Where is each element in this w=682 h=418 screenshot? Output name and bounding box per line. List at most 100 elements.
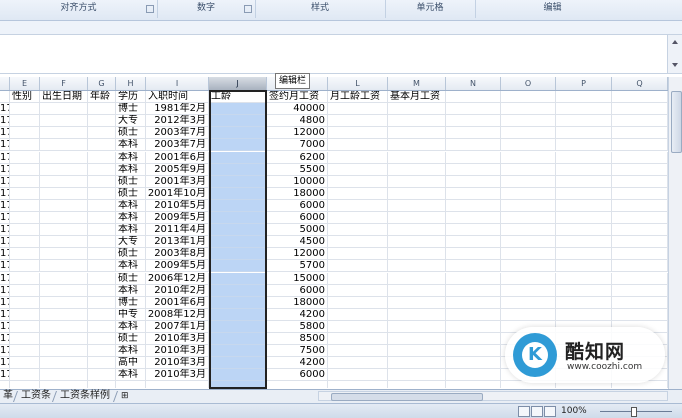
selected-cell[interactable] — [209, 127, 267, 139]
table-cell[interactable]: 硕士 — [116, 188, 146, 200]
column-header[interactable]: E — [10, 77, 40, 90]
table-cell[interactable] — [388, 333, 446, 345]
table-cell[interactable] — [0, 381, 10, 388]
selected-cell[interactable] — [209, 369, 267, 381]
table-cell[interactable] — [40, 285, 88, 297]
table-cell[interactable] — [10, 297, 40, 309]
table-cell[interactable] — [88, 200, 116, 212]
table-cell[interactable]: 5700 — [267, 260, 328, 272]
table-cell[interactable]: 17 — [0, 212, 10, 224]
table-cell[interactable] — [388, 321, 446, 333]
table-cell[interactable]: 10000 — [267, 176, 328, 188]
table-cell[interactable] — [328, 321, 388, 333]
selected-cell[interactable] — [209, 152, 267, 164]
table-cell[interactable]: 17 — [0, 115, 10, 127]
table-cell[interactable] — [40, 139, 88, 151]
table-cell[interactable] — [501, 212, 556, 224]
selected-cell[interactable] — [209, 212, 267, 224]
table-cell[interactable] — [88, 369, 116, 381]
selected-cell[interactable] — [209, 103, 267, 115]
header-cell[interactable]: 入职时间 — [146, 91, 209, 103]
sheet-tab[interactable]: 工资条 — [18, 390, 54, 402]
table-cell[interactable] — [40, 333, 88, 345]
selected-cell[interactable] — [209, 188, 267, 200]
table-cell[interactable] — [501, 176, 556, 188]
table-cell[interactable]: 2013年1月 — [146, 236, 209, 248]
table-cell[interactable]: 本科 — [116, 321, 146, 333]
table-cell[interactable] — [388, 260, 446, 272]
table-cell[interactable] — [388, 297, 446, 309]
table-cell[interactable]: 2010年3月 — [146, 345, 209, 357]
table-cell[interactable] — [446, 333, 501, 345]
table-cell[interactable] — [10, 200, 40, 212]
table-cell[interactable]: 本科 — [116, 224, 146, 236]
header-cell[interactable]: 月工龄工资 — [328, 91, 388, 103]
table-cell[interactable] — [40, 357, 88, 369]
header-cell[interactable]: 性别 — [10, 91, 40, 103]
table-cell[interactable] — [88, 139, 116, 151]
column-header[interactable]: L — [328, 77, 388, 90]
table-cell[interactable]: 17 — [0, 309, 10, 321]
header-cell[interactable] — [0, 91, 10, 103]
table-cell[interactable] — [88, 321, 116, 333]
table-cell[interactable] — [446, 273, 501, 285]
table-cell[interactable]: 18000 — [267, 297, 328, 309]
table-cell[interactable] — [40, 188, 88, 200]
column-header[interactable]: I — [146, 77, 209, 90]
table-cell[interactable] — [328, 176, 388, 188]
table-cell[interactable] — [446, 115, 501, 127]
table-cell[interactable] — [40, 127, 88, 139]
table-cell[interactable] — [328, 309, 388, 321]
table-cell[interactable] — [612, 297, 668, 309]
table-cell[interactable] — [88, 357, 116, 369]
table-cell[interactable] — [328, 188, 388, 200]
dialog-launcher-icon[interactable] — [244, 5, 252, 13]
table-cell[interactable] — [556, 176, 612, 188]
selected-cell[interactable] — [209, 115, 267, 127]
table-cell[interactable] — [267, 381, 328, 388]
table-cell[interactable] — [328, 212, 388, 224]
table-cell[interactable] — [10, 345, 40, 357]
table-cell[interactable]: 4800 — [267, 115, 328, 127]
table-cell[interactable] — [556, 212, 612, 224]
table-cell[interactable]: 硕士 — [116, 127, 146, 139]
formula-bar-expand[interactable] — [667, 35, 682, 73]
table-cell[interactable] — [40, 381, 88, 388]
column-header[interactable]: M — [388, 77, 446, 90]
table-cell[interactable] — [501, 260, 556, 272]
table-cell[interactable] — [446, 127, 501, 139]
header-cell[interactable]: 年龄 — [88, 91, 116, 103]
selected-cell[interactable] — [209, 260, 267, 272]
table-cell[interactable] — [556, 309, 612, 321]
table-cell[interactable] — [556, 224, 612, 236]
table-cell[interactable] — [328, 285, 388, 297]
table-cell[interactable] — [40, 321, 88, 333]
table-cell[interactable] — [446, 285, 501, 297]
table-cell[interactable] — [10, 224, 40, 236]
table-cell[interactable] — [446, 297, 501, 309]
table-cell[interactable]: 4500 — [267, 236, 328, 248]
column-header[interactable]: Q — [612, 77, 668, 90]
selected-cell[interactable] — [209, 285, 267, 297]
table-cell[interactable]: 2012年3月 — [146, 115, 209, 127]
table-cell[interactable] — [501, 224, 556, 236]
table-cell[interactable]: 17 — [0, 248, 10, 260]
table-cell[interactable] — [10, 309, 40, 321]
table-cell[interactable]: 本科 — [116, 369, 146, 381]
table-cell[interactable]: 2001年3月 — [146, 176, 209, 188]
table-cell[interactable]: 本科 — [116, 152, 146, 164]
table-cell[interactable]: 4200 — [267, 309, 328, 321]
table-cell[interactable]: 8500 — [267, 333, 328, 345]
selected-cell[interactable] — [209, 381, 267, 388]
chevron-down-icon[interactable] — [672, 63, 678, 67]
table-cell[interactable]: 17 — [0, 188, 10, 200]
table-cell[interactable] — [10, 212, 40, 224]
table-cell[interactable] — [88, 164, 116, 176]
table-cell[interactable]: 6200 — [267, 152, 328, 164]
table-cell[interactable] — [612, 212, 668, 224]
table-cell[interactable]: 本科 — [116, 285, 146, 297]
table-cell[interactable] — [612, 164, 668, 176]
table-cell[interactable] — [388, 212, 446, 224]
table-cell[interactable] — [388, 115, 446, 127]
table-cell[interactable]: 5500 — [267, 164, 328, 176]
